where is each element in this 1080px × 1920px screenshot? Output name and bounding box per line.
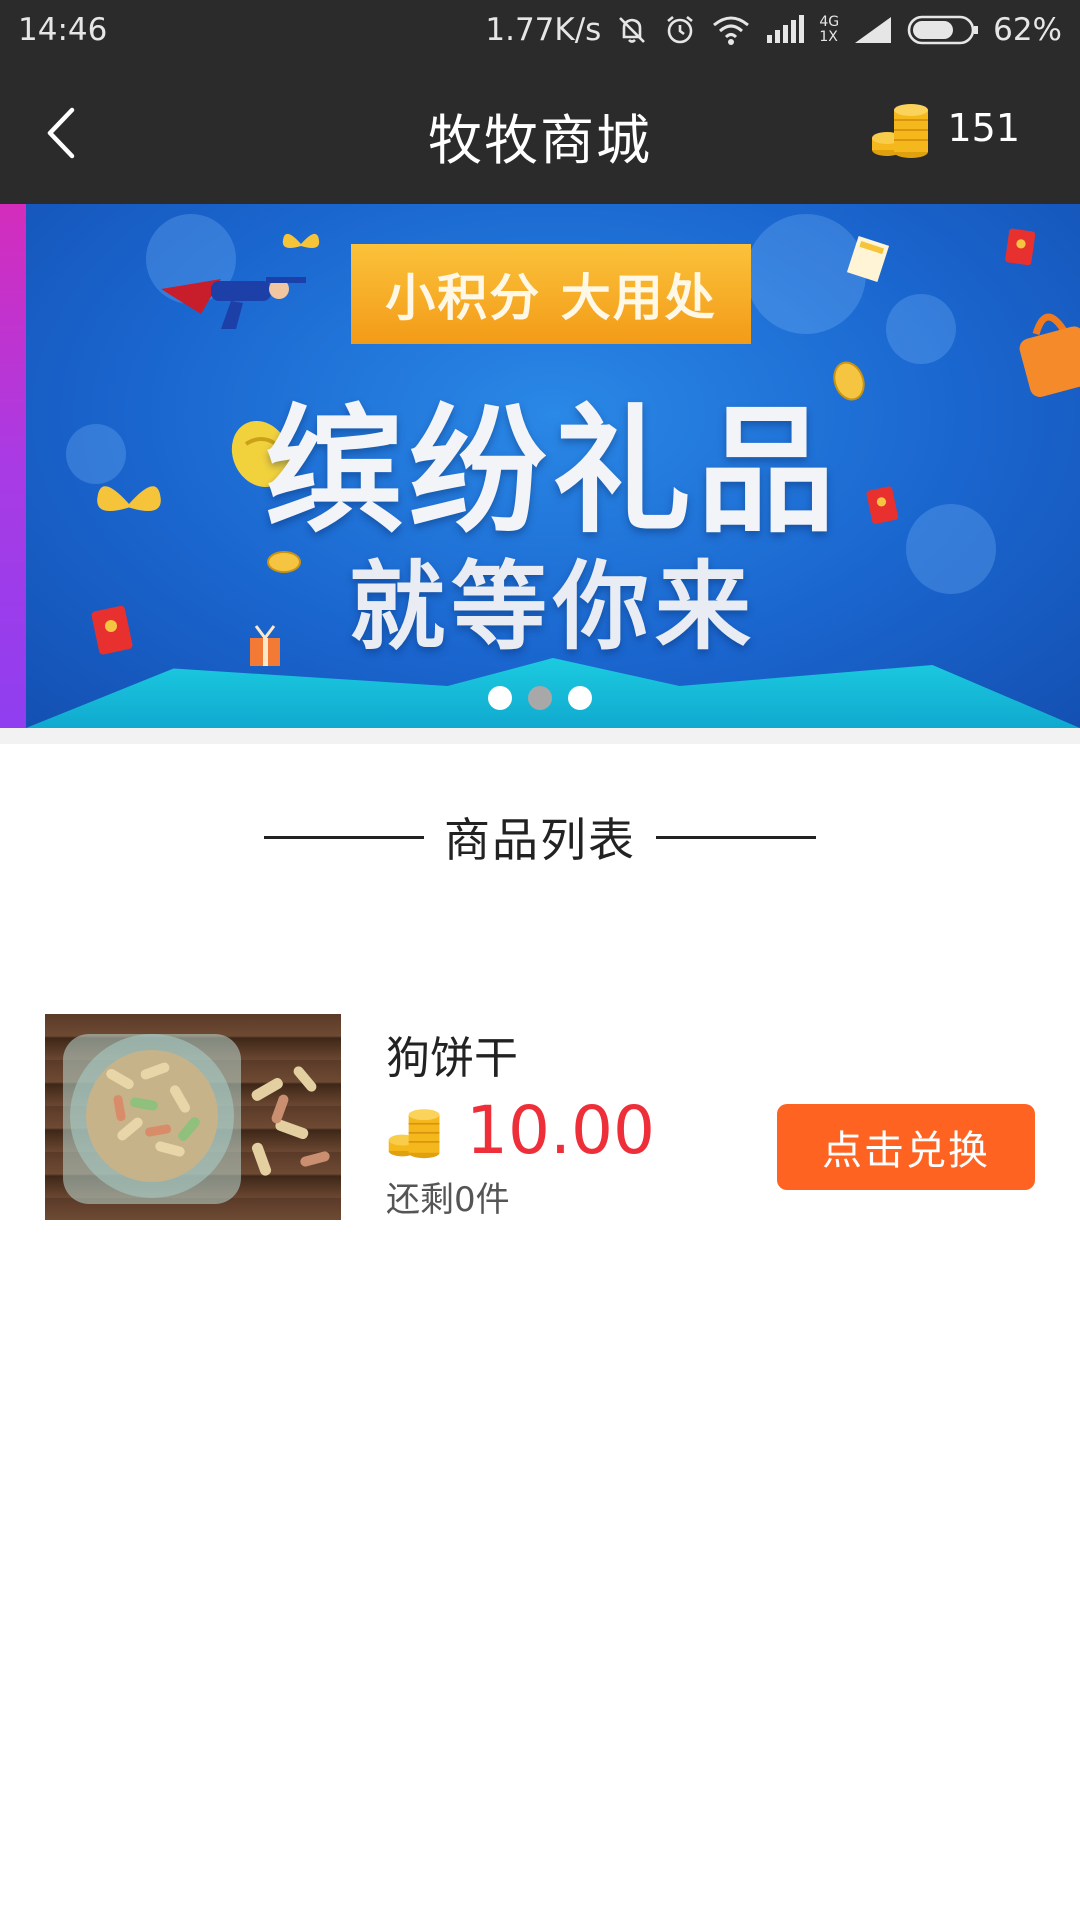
back-button[interactable] <box>38 98 88 168</box>
signal-dashed-icon <box>765 15 805 45</box>
product-price: 10.00 <box>386 1092 655 1169</box>
status-indicators: 1.77K/s 4G 1X 62% <box>485 12 1062 48</box>
bubble-decoration <box>886 294 956 364</box>
superhero-icon <box>161 277 306 329</box>
coin-balance-value: 151 <box>947 106 1020 150</box>
carousel-dot[interactable] <box>488 686 512 710</box>
battery-icon <box>907 14 979 46</box>
section-header: 商品列表 <box>0 804 1080 870</box>
butterfly-icon <box>282 233 320 248</box>
section-line-left <box>264 835 424 839</box>
net-speed: 1.77K/s <box>485 12 602 48</box>
battery-percent: 62% <box>993 12 1062 48</box>
paper-card-icon <box>846 235 890 283</box>
product-name: 狗饼干 <box>386 1033 518 1084</box>
coin-stack-icon <box>872 104 929 158</box>
mute-icon <box>615 13 649 47</box>
carousel-indicators <box>0 686 1080 710</box>
coin-stack-icon <box>388 1108 440 1158</box>
section-line-right <box>656 835 816 839</box>
banner-prev-slide-edge <box>0 204 26 728</box>
wifi-icon <box>711 13 751 47</box>
section-title: 商品列表 <box>444 813 636 867</box>
product-image[interactable] <box>45 1014 341 1220</box>
dog-biscuit-jar-image <box>63 1034 330 1204</box>
app-bar: 牧牧商城 151 <box>0 60 1080 204</box>
chevron-left-icon <box>47 107 75 159</box>
net-type: 4G 1X <box>819 14 840 45</box>
section-divider <box>0 728 1080 744</box>
banner-ribbon: 小积分 大用处 <box>311 244 791 344</box>
alarm-icon <box>663 13 697 47</box>
coin-balance: 151 <box>869 96 1020 160</box>
product-item[interactable]: 狗饼干 10.00 还剩0件 点击兑换 <box>0 1012 1080 1222</box>
redeem-button[interactable]: 点击兑换 <box>777 1104 1035 1190</box>
banner-subline: 就等你来 <box>349 551 757 663</box>
product-price-value: 10.00 <box>466 1092 655 1169</box>
banner-carousel[interactable]: 小积分 大用处 缤纷礼品 就等你来 <box>0 204 1080 728</box>
status-time: 14:46 <box>18 12 108 48</box>
banner-slide[interactable]: 小积分 大用处 缤纷礼品 就等你来 <box>26 204 1080 728</box>
status-bar: 14:46 1.77K/s 4G 1X 62% <box>0 0 1080 60</box>
signal-icon <box>853 15 893 45</box>
red-envelope-icon <box>1005 228 1036 266</box>
carousel-dot-active[interactable] <box>528 686 552 710</box>
product-stock: 还剩0件 <box>386 1180 510 1220</box>
carousel-dot[interactable] <box>568 686 592 710</box>
